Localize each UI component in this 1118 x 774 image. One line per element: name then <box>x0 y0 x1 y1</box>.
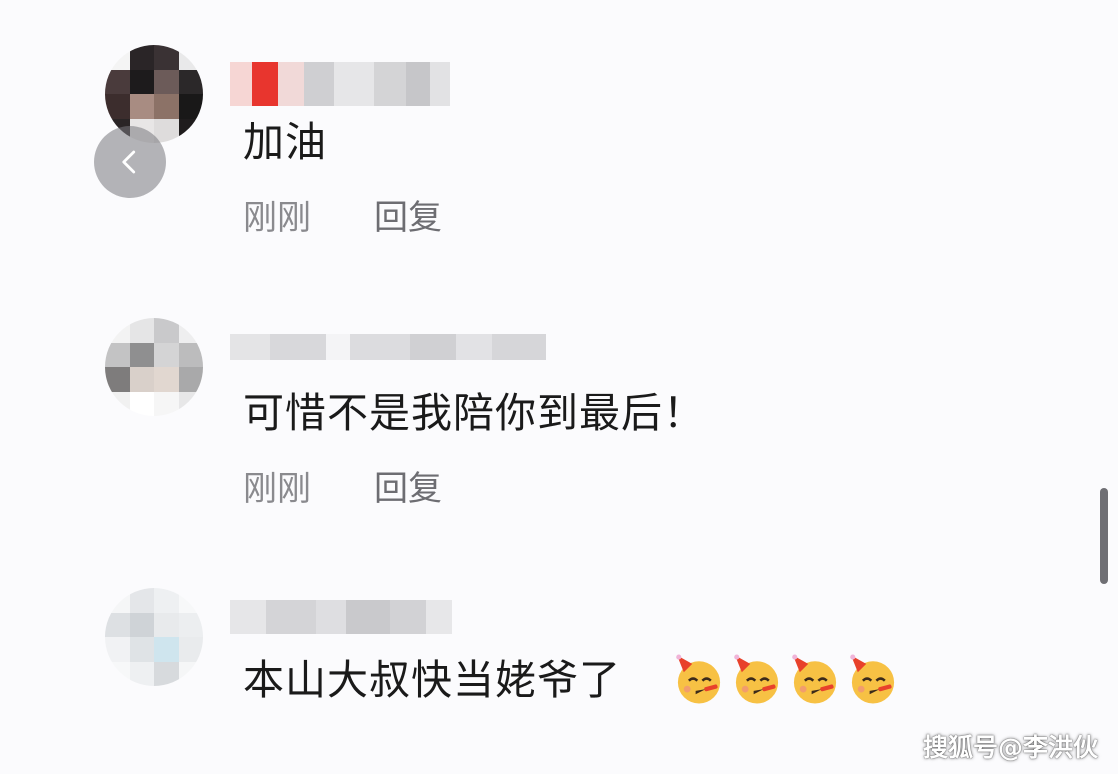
emoji-group <box>672 652 900 706</box>
avatar[interactable] <box>105 588 203 686</box>
avatar[interactable] <box>105 318 203 416</box>
back-button[interactable] <box>94 126 166 198</box>
comment-time: 刚刚 <box>243 469 311 509</box>
party-face-emoji <box>672 652 726 706</box>
reply-button[interactable]: 回复 <box>374 472 442 506</box>
comment-text: 本山大叔快当姥爷了 <box>243 656 621 704</box>
comment-time: 刚刚 <box>243 198 311 238</box>
party-face-emoji <box>788 652 842 706</box>
party-face-emoji <box>730 652 784 706</box>
username-redacted[interactable] <box>230 62 450 106</box>
chevron-left-icon <box>122 150 136 174</box>
username-redacted[interactable] <box>230 600 452 634</box>
party-face-emoji <box>846 652 900 706</box>
reply-button[interactable]: 回复 <box>374 201 442 235</box>
username-redacted[interactable] <box>230 334 546 360</box>
watermark: 搜狐号@李洪伙 <box>922 733 1098 762</box>
scrollbar[interactable] <box>1100 488 1108 584</box>
comment-text: 可惜不是我陪你到最后！ <box>243 389 705 437</box>
comment-text: 加油 <box>243 118 327 166</box>
